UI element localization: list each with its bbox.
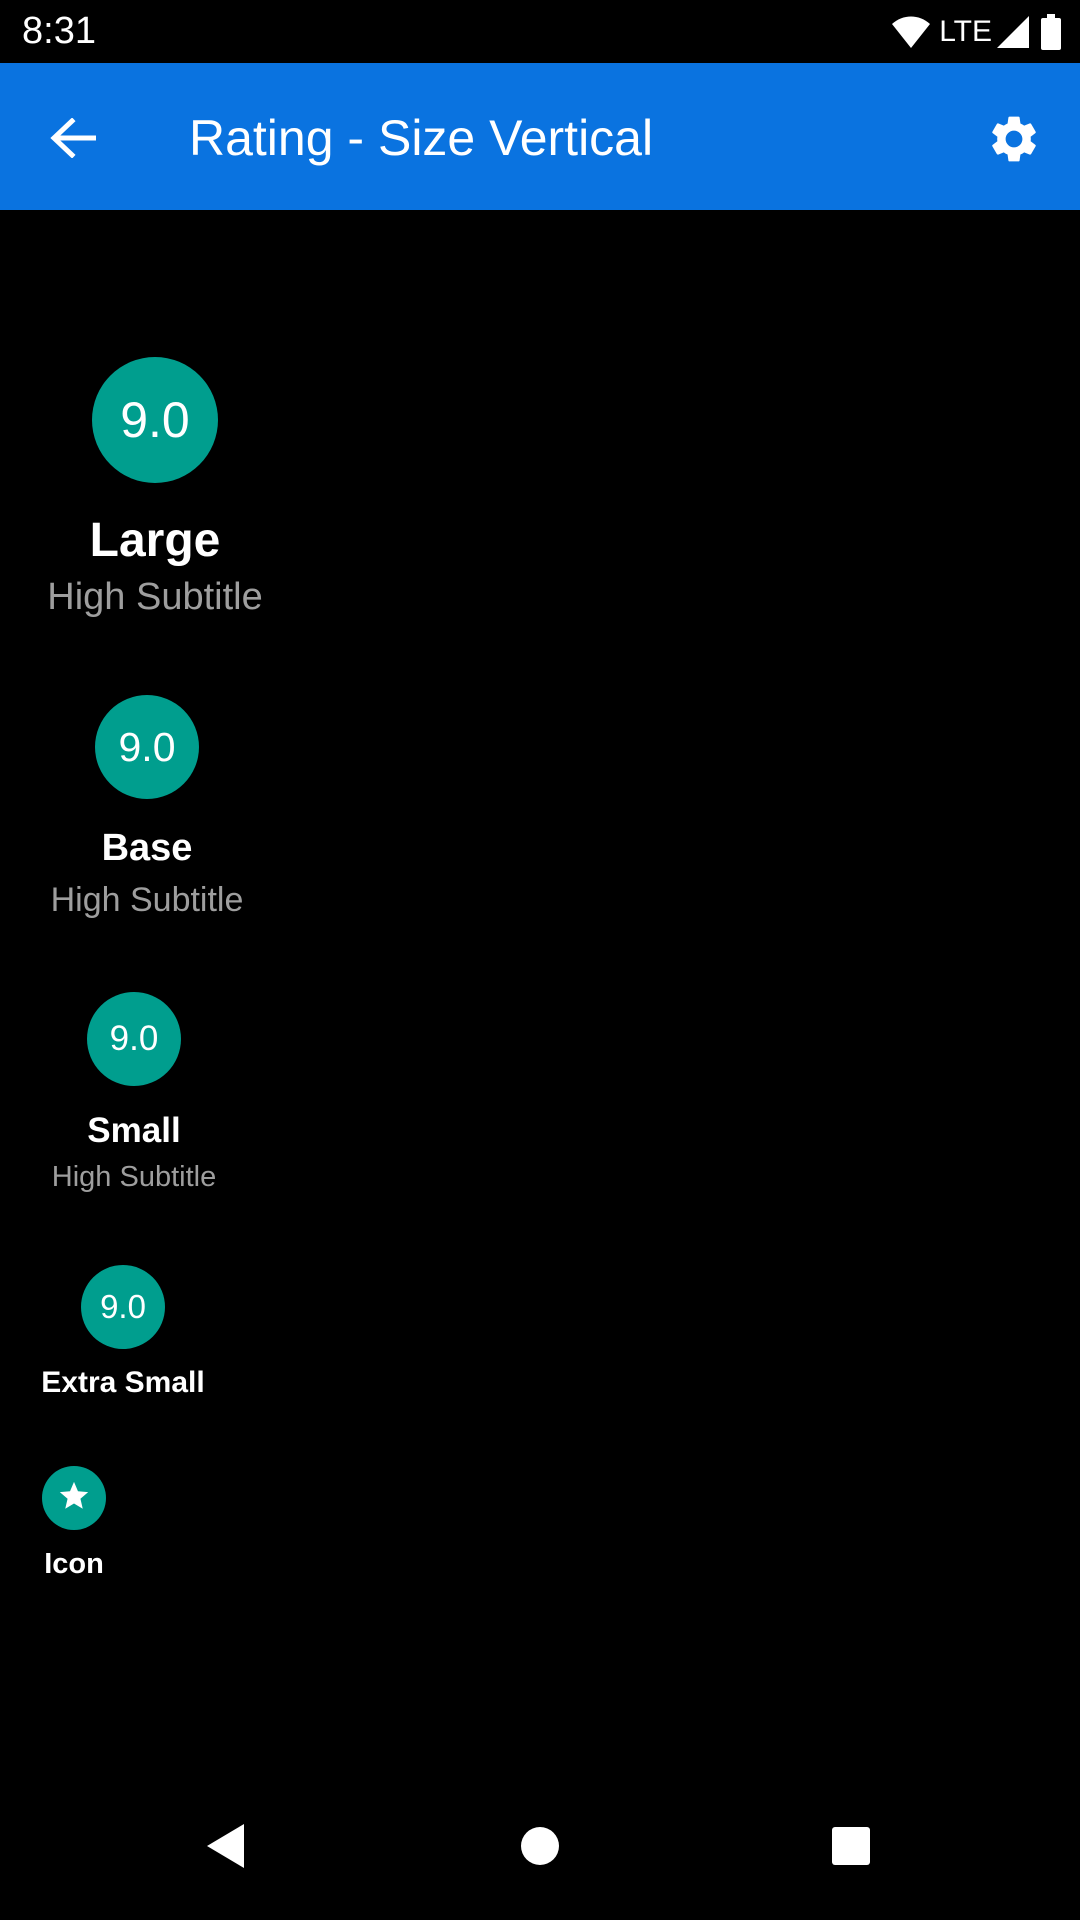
rating-badge: 9.0 [87,992,181,1086]
rating-value: 9.0 [120,392,190,448]
rating-icon: Icon [42,1466,106,1582]
rating-title: Extra Small [41,1366,205,1399]
rating-title: Icon [44,1548,104,1580]
back-button[interactable] [38,105,108,175]
cell-signal-icon [996,15,1030,49]
network-type-label: LTE [939,15,992,48]
rating-extra-small: 9.0 Extra Small [41,1265,205,1401]
gear-icon [986,111,1042,172]
star-icon [57,1479,91,1518]
rating-subtitle: High Subtitle [51,1161,217,1193]
rating-value: 9.0 [118,723,176,770]
status-icons: LTE [891,12,1062,52]
wifi-icon [891,15,931,49]
rating-subtitle: High Subtitle [50,881,244,919]
status-bar: 8:31 LTE [0,0,1080,63]
nav-recents-button[interactable] [803,1800,899,1896]
rating-value: 9.0 [100,1288,146,1325]
rating-large: 9.0 Large High Subtitle [42,357,268,620]
battery-icon [1040,14,1062,50]
rating-badge [42,1466,106,1530]
rating-title: Small [87,1111,181,1150]
rating-badge: 9.0 [92,357,218,483]
nav-home-icon [520,1826,560,1871]
rating-title: Large [89,514,221,567]
rating-badge: 9.0 [81,1265,165,1349]
rating-value: 9.0 [109,1019,159,1058]
page-title: Rating - Size Vertical [189,110,654,166]
rating-subtitle: High Subtitle [47,576,263,618]
navigation-bar [0,1776,1080,1920]
rating-base: 9.0 Base High Subtitle [42,695,252,921]
nav-recents-icon [831,1826,871,1871]
rating-title: Base [101,827,193,869]
settings-button[interactable] [976,103,1052,179]
arrow-back-icon [50,116,97,163]
rating-badge: 9.0 [95,695,199,799]
nav-home-button[interactable] [492,1800,588,1896]
nav-back-icon [204,1822,248,1875]
rating-small: 9.0 Small High Subtitle [42,992,226,1195]
app-bar: Rating - Size Vertical [0,63,1080,210]
nav-back-button[interactable] [178,1800,274,1896]
status-time: 8:31 [22,10,96,52]
